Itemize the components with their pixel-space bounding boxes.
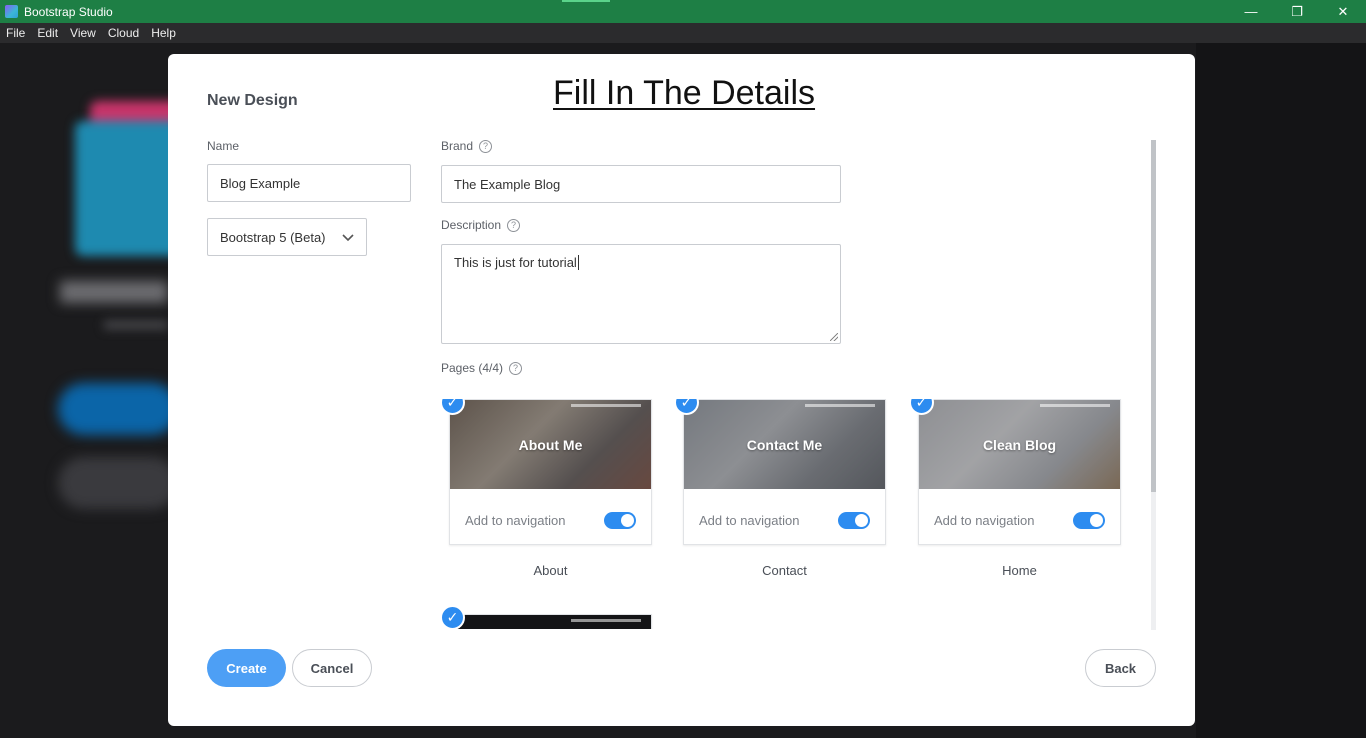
pages-label-text: Pages (4/4) (441, 361, 504, 375)
pages-grid[interactable]: About Me Add to navigation ✓ About Conta… (441, 399, 1156, 629)
framework-select[interactable]: Bootstrap 5 (Beta) (207, 218, 367, 256)
blurred-heading (60, 281, 168, 303)
thumbnail-nav (571, 619, 641, 622)
description-textarea[interactable]: This is just for tutorial (441, 244, 841, 344)
back-button[interactable]: Back (1085, 649, 1156, 687)
menu-view[interactable]: View (64, 26, 102, 40)
menu-bar: File Edit View Cloud Help (0, 23, 1366, 43)
name-input-value: Blog Example (220, 175, 301, 191)
page-thumbnail: Clean Blog (919, 400, 1120, 489)
framework-select-value: Bootstrap 5 (Beta) (220, 229, 326, 245)
help-icon[interactable]: ? (507, 218, 521, 232)
blurred-right-panel (1196, 43, 1366, 738)
add-to-navigation-toggle[interactable] (1073, 511, 1105, 529)
thumbnail-nav (571, 404, 641, 407)
dialog-title: New Design (207, 92, 298, 109)
brand-label-text: Brand (441, 139, 474, 153)
app-icon (5, 5, 18, 18)
page-card-fourth[interactable] (449, 614, 652, 629)
brand-input-value: The Example Blog (454, 176, 561, 192)
restore-icon[interactable]: ❐ (1274, 0, 1320, 23)
name-label-text: Name (207, 139, 240, 153)
minimize-icon[interactable]: — (1228, 0, 1274, 23)
blurred-secondary-button (58, 457, 178, 509)
close-icon[interactable]: ✕ (1320, 0, 1366, 23)
window-controls: — ❐ ✕ (1228, 0, 1366, 23)
page-name: Home (1002, 563, 1037, 578)
text-caret (577, 255, 579, 270)
description-textarea-value: This is just for tutorial (454, 255, 577, 270)
blurred-subheading (104, 321, 168, 329)
add-to-navigation-label: Add to navigation (699, 512, 800, 528)
name-input[interactable]: Blog Example (207, 164, 411, 202)
page-card-home[interactable]: Clean Blog Add to navigation (918, 399, 1121, 545)
title-bar: Bootstrap Studio — ❐ ✕ (0, 0, 1366, 23)
thumbnail-title: Contact Me (746, 436, 823, 453)
brand-input[interactable]: The Example Blog (441, 165, 841, 203)
page-thumbnail: About Me (450, 400, 651, 489)
resize-handle-icon[interactable] (830, 333, 838, 341)
page-name: Contact (762, 563, 807, 578)
add-to-navigation-label: Add to navigation (934, 512, 1035, 528)
pages-scrollbar[interactable] (1151, 140, 1156, 630)
cancel-button[interactable]: Cancel (292, 649, 372, 687)
description-label-text: Description (441, 218, 502, 232)
add-to-navigation-toggle[interactable] (838, 511, 870, 529)
menu-file[interactable]: File (0, 26, 31, 40)
name-label: Name (207, 139, 239, 153)
menu-cloud[interactable]: Cloud (102, 26, 145, 40)
page-card-about[interactable]: About Me Add to navigation (449, 399, 652, 545)
chevron-down-icon (342, 230, 354, 245)
scrollbar-thumb[interactable] (1151, 140, 1156, 492)
page-card-contact[interactable]: Contact Me Add to navigation (683, 399, 886, 545)
brand-label: Brand ? (441, 139, 493, 153)
create-button[interactable]: Create (207, 649, 286, 687)
add-to-navigation-label: Add to navigation (465, 512, 566, 528)
menu-help[interactable]: Help (145, 26, 182, 40)
new-design-dialog: Fill In The Details New Design Name Blog… (168, 54, 1195, 726)
checkmark-icon[interactable]: ✓ (441, 605, 465, 629)
blurred-primary-button (58, 383, 178, 435)
title-accent-bar (562, 0, 610, 2)
thumbnail-nav (805, 404, 875, 407)
thumbnail-nav (1040, 404, 1110, 407)
card-footer: Add to navigation (919, 495, 1120, 545)
help-icon[interactable]: ? (509, 361, 523, 375)
menu-edit[interactable]: Edit (31, 26, 64, 40)
pages-label: Pages (4/4) ? (441, 361, 523, 375)
help-icon[interactable]: ? (479, 139, 493, 153)
add-to-navigation-toggle[interactable] (604, 511, 636, 529)
page-thumbnail: Contact Me (684, 400, 885, 489)
thumbnail-title: About Me (518, 436, 583, 453)
card-footer: Add to navigation (684, 495, 885, 545)
page-name: About (533, 563, 568, 578)
window-title: Bootstrap Studio (24, 4, 113, 19)
card-footer: Add to navigation (450, 495, 651, 545)
page-thumbnail (450, 615, 651, 629)
description-label: Description ? (441, 218, 521, 232)
headline: Fill In The Details (553, 74, 816, 112)
thumbnail-title: Clean Blog (982, 436, 1057, 453)
